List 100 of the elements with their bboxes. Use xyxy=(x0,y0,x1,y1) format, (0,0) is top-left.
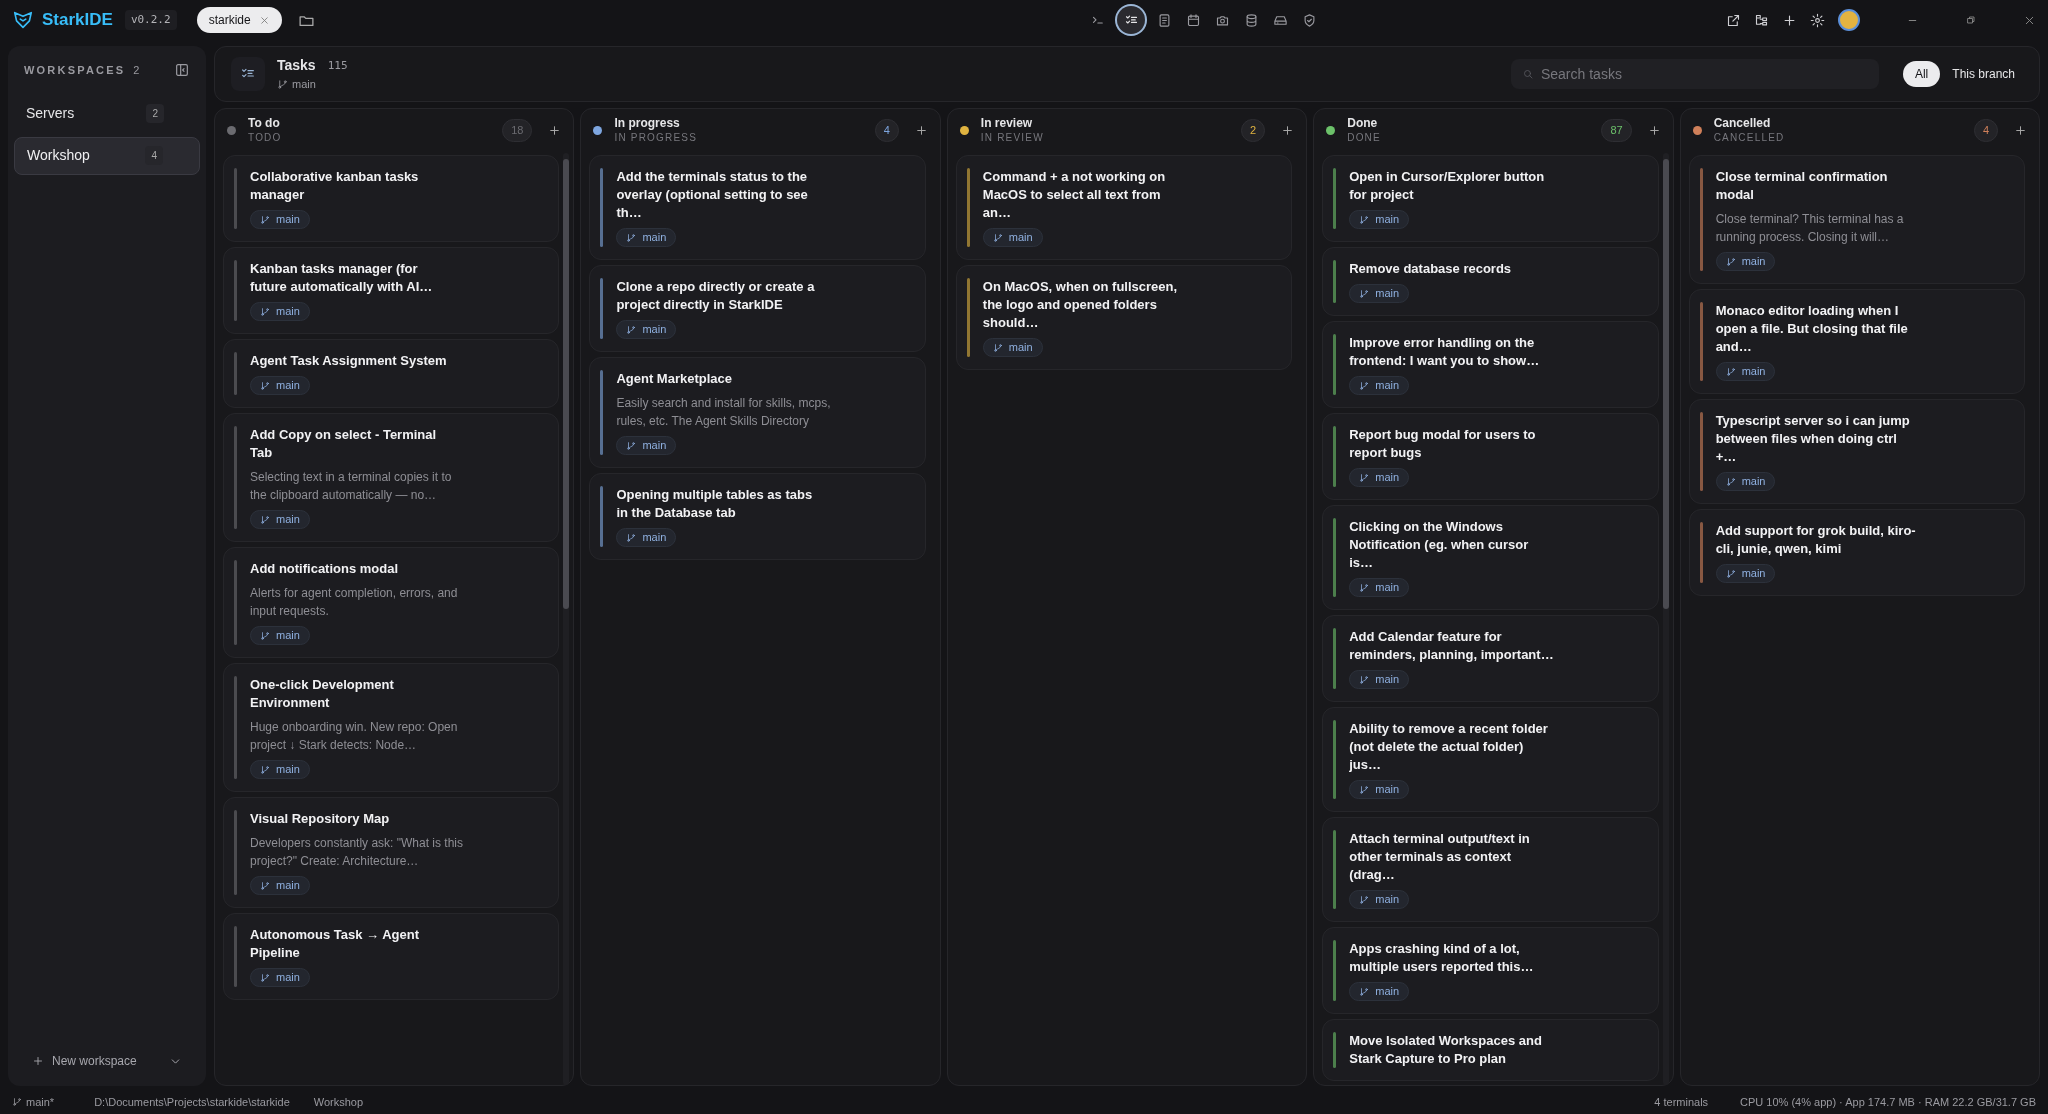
branch-icon xyxy=(1359,214,1370,225)
filter-toggle[interactable]: This branch xyxy=(1944,61,2023,87)
column-count: 87 xyxy=(1601,119,1632,142)
branch-icon xyxy=(260,880,270,891)
task-card[interactable]: Monaco editor loading when I open a file. But closing that file and… main xyxy=(1688,289,2026,394)
task-count: 115 xyxy=(327,57,348,74)
task-card[interactable]: Add notifications modal Alerts for agent completion, errors, and input requests. main xyxy=(223,547,560,658)
task-card[interactable]: Autonomous Task → Agent Pipeline main xyxy=(223,913,560,1000)
branch-tag: main xyxy=(1715,362,1776,381)
task-card[interactable]: Report bug modal for users to report bugs main xyxy=(1322,413,1659,500)
task-card[interactable]: Visual Repository Map Developers constantly ask: "What is this project?" Create: Architecture… main xyxy=(223,797,560,908)
branch-icon xyxy=(992,342,1003,353)
branch-icon xyxy=(260,764,270,775)
settings-icon[interactable] xyxy=(1810,12,1825,28)
task-card[interactable]: Command + a not working on MacOS to select all text from an… main xyxy=(955,155,1293,260)
branch-icon xyxy=(1725,256,1736,267)
branch-icon xyxy=(626,324,637,335)
toolbar-button[interactable] xyxy=(1117,6,1145,34)
column-subtitle: CANCELLED xyxy=(1713,131,1785,145)
new-workspace-button[interactable]: New workspace xyxy=(8,1052,206,1086)
branch-tag: main xyxy=(616,528,677,547)
task-card[interactable]: Collaborative kanban tasks manager main xyxy=(223,155,560,242)
project-tab[interactable]: starkide xyxy=(196,7,282,33)
task-card[interactable]: Clone a repo directly or create a project directly in StarkIDE main xyxy=(589,265,926,352)
task-card[interactable]: Apps crashing kind of a lot, multiple users reported this… main xyxy=(1322,927,1659,1014)
branch-tag: main xyxy=(250,968,310,987)
column-title: In review xyxy=(980,116,1034,131)
scrollbar-track[interactable] xyxy=(563,153,570,1085)
avatar[interactable] xyxy=(1838,9,1860,31)
add-task-icon[interactable] xyxy=(1281,124,1295,137)
database-icon xyxy=(1243,12,1259,28)
scrollbar-thumb[interactable] xyxy=(563,159,570,609)
project-path: D:\Documents\Projects\starkide\starkide xyxy=(94,1094,290,1110)
accent-bar xyxy=(1333,1032,1337,1068)
plus-icon[interactable] xyxy=(1782,12,1797,28)
task-title: Monaco editor loading when I open a file. But closing that file and… xyxy=(1715,302,1909,356)
workspace-item[interactable]: Servers 2 xyxy=(14,94,200,133)
branch-icon xyxy=(626,532,637,543)
task-card[interactable]: Remove database records main xyxy=(1322,247,1659,316)
plus-icon xyxy=(32,1055,44,1067)
scrollbar-track[interactable] xyxy=(1662,153,1669,1085)
branch-tag: main xyxy=(250,210,310,229)
task-description: Close terminal? This terminal has a running process. Closing it will… xyxy=(1715,211,1905,246)
task-card[interactable]: One-click Development Environment Huge onboarding win. New repo: Open project ↓ Stark detects: Node… main xyxy=(223,663,560,792)
branch-icon xyxy=(1359,582,1370,593)
task-title: Clicking on the Windows Notification (eg. when cursor is… xyxy=(1349,518,1530,572)
branch-icon xyxy=(260,214,270,225)
add-task-icon[interactable] xyxy=(548,124,562,137)
branch-tag: main xyxy=(250,302,310,321)
workspace-label: Workshop xyxy=(313,1094,364,1110)
collapse-sidebar-icon[interactable] xyxy=(174,62,190,79)
branch-tag: main xyxy=(616,228,677,247)
task-card[interactable]: Open in Cursor/Explorer button for project main xyxy=(1322,155,1659,242)
task-card[interactable]: On MacOS, when on fullscreen, the logo and opened folders should… main xyxy=(955,265,1293,370)
task-card[interactable]: Ability to remove a recent folder (not delete the actual folder) jus… main xyxy=(1322,707,1659,812)
task-card[interactable]: Agent Marketplace Easily search and install for skills, mcps, rules, etc. The Agent Skills Directory main xyxy=(589,357,926,468)
branch-icon xyxy=(1359,472,1370,483)
tree-icon[interactable] xyxy=(1754,12,1769,28)
column-count: 2 xyxy=(1241,119,1266,142)
branch-icon xyxy=(1725,476,1736,487)
column-subtitle: IN REVIEW xyxy=(980,131,1044,145)
task-card[interactable]: Opening multiple tables as tabs in the Database tab main xyxy=(589,473,926,560)
accent-bar xyxy=(1333,940,1337,1001)
column-count: 4 xyxy=(874,119,899,142)
add-task-icon[interactable] xyxy=(914,124,928,137)
task-title: Clone a repo directly or create a project directly in StarkIDE xyxy=(616,278,816,314)
shield-logo-icon xyxy=(12,9,34,31)
task-card[interactable]: Typescript server so i can jump between files when doing ctrl +… main xyxy=(1688,399,2026,504)
branch-icon xyxy=(1359,380,1370,391)
add-task-icon[interactable] xyxy=(2014,124,2028,137)
add-task-icon[interactable] xyxy=(1647,124,1661,137)
filter-toggle[interactable]: All xyxy=(1902,61,1941,87)
workspace-item[interactable]: Workshop 4 xyxy=(14,136,200,175)
search-field[interactable]: Search tasks xyxy=(1510,59,1879,89)
task-title: On MacOS, when on fullscreen, the logo and opened folders should… xyxy=(982,278,1179,332)
task-card[interactable]: Kanban tasks manager (for future automatically with AI… main xyxy=(223,247,560,334)
task-card[interactable]: Add the terminals status to the overlay (optional setting to see th… main xyxy=(589,155,926,260)
branch-icon xyxy=(992,232,1003,243)
external-link-icon[interactable] xyxy=(1726,12,1741,28)
task-card[interactable]: Improve error handling on the frontend: I want you to show… main xyxy=(1322,321,1659,408)
task-card[interactable]: Move Isolated Workspaces and Stark Capture to Pro plan xyxy=(1322,1019,1659,1081)
branch-tag: main xyxy=(616,320,677,339)
scrollbar-thumb[interactable] xyxy=(1662,159,1669,609)
task-title: Add support for grok build, kiro-cli, junie, qwen, kimi xyxy=(1715,522,1917,558)
close-icon[interactable] xyxy=(258,14,270,26)
task-card[interactable]: Add Copy on select - Terminal Tab Selecting text in a terminal copies it to the clipboard automatically — no… main xyxy=(223,413,560,542)
branch-tag: main xyxy=(982,228,1043,247)
task-title: Kanban tasks manager (for future automatically with AI… xyxy=(250,260,434,296)
task-card[interactable]: Agent Task Assignment System main xyxy=(223,339,560,408)
branch-tag: main xyxy=(1715,252,1776,271)
task-card[interactable]: Attach terminal output/text in other terminals as context (drag… main xyxy=(1322,817,1659,922)
task-description: Selecting text in a terminal copies it to the clipboard automatically — no… xyxy=(250,469,453,504)
accent-bar xyxy=(1333,168,1337,229)
restore-icon[interactable] xyxy=(1965,14,1977,26)
branch-tag: main xyxy=(1349,578,1410,597)
task-card[interactable]: Add Calendar feature for reminders, planning, important… main xyxy=(1322,615,1659,702)
column-count: 4 xyxy=(1973,119,1999,142)
task-card[interactable]: Add support for grok build, kiro-cli, junie, qwen, kimi main xyxy=(1688,509,2026,596)
task-card[interactable]: Clicking on the Windows Notification (eg. when cursor is… main xyxy=(1322,505,1659,610)
task-card[interactable]: Close terminal confirmation modal Close terminal? This terminal has a running process. Closing it will… main xyxy=(1688,155,2026,284)
